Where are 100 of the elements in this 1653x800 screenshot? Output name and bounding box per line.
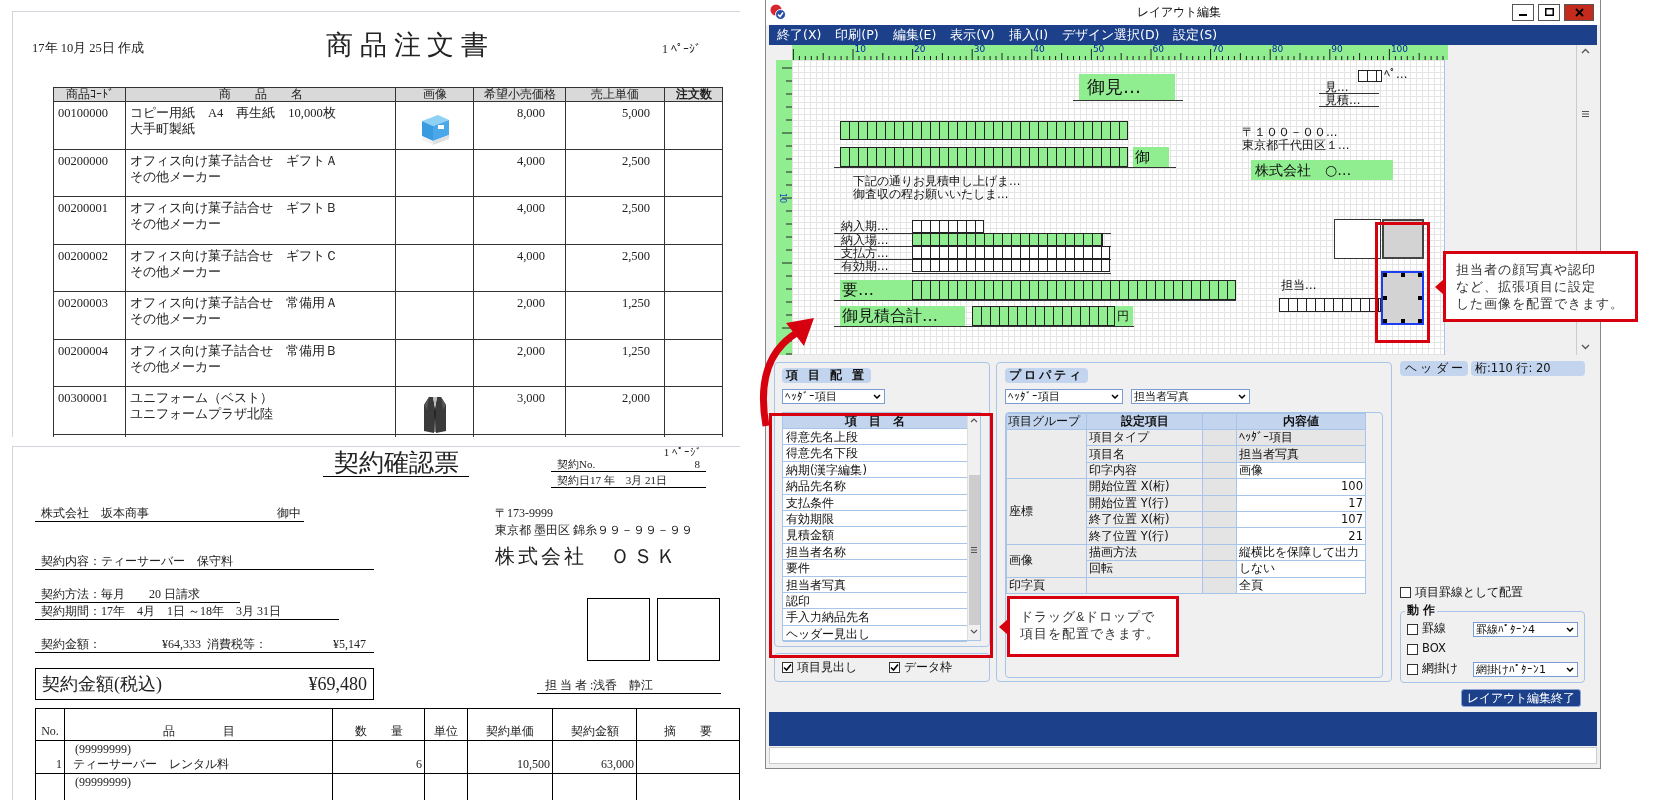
dropdown[interactable]: 罫線ﾊﾟﾀｰﾝ4 — [1473, 621, 1578, 637]
close-icon — [1574, 7, 1584, 17]
list-item[interactable]: 納品先名称 — [783, 478, 967, 495]
table-cell: 4,000 — [473, 196, 566, 244]
checkbox[interactable] — [1407, 623, 1418, 635]
ruler-number: 90 — [1331, 45, 1343, 54]
checkbox-label[interactable]: 罫線 — [1422, 620, 1446, 638]
group-cell: 画像 — [1006, 544, 1087, 577]
minimize-button[interactable] — [1512, 3, 1534, 21]
chevron-down-icon[interactable] — [970, 629, 978, 634]
checkbox[interactable] — [782, 662, 793, 673]
chevron-down-icon — [1111, 394, 1119, 399]
table-cell: 00200001 — [53, 196, 126, 244]
dropdown[interactable]: ﾍｯﾀﾞｰ項目 — [1005, 389, 1123, 404]
list-item[interactable]: 担当者写真 — [783, 576, 967, 593]
scrollbar[interactable] — [967, 413, 980, 640]
checkbox[interactable] — [1407, 643, 1418, 655]
checkbox[interactable] — [889, 662, 900, 673]
list-item[interactable]: 納期(漢字編集) — [783, 461, 967, 479]
menu-item[interactable]: 印刷(P) — [830, 25, 884, 45]
chevron-up-icon[interactable] — [970, 418, 978, 423]
dropdown[interactable]: 担当者写真 — [1131, 389, 1250, 404]
table-cell: 2,000 — [473, 291, 566, 339]
table-cell: 8,000 — [473, 101, 566, 149]
image-placeholder[interactable] — [1382, 219, 1424, 259]
menu-item[interactable]: デザイン選択(D) — [1057, 25, 1165, 45]
canvas-text[interactable]: ﾍﾟ… — [1384, 68, 1408, 80]
section-title: ヘ ッ ダ ー — [1400, 361, 1468, 376]
canvas-label[interactable]: 御見… — [1079, 74, 1175, 100]
column-header: 希望小売価格 — [473, 87, 566, 102]
canvas-text[interactable]: 東京都千代田区１… — [1242, 139, 1350, 151]
contract-method: 契約方法：毎月 20 日請求 — [41, 587, 200, 601]
canvas-label[interactable]: 円 — [1115, 306, 1133, 326]
data-field[interactable] — [840, 147, 1128, 167]
frame-box[interactable] — [1334, 219, 1381, 259]
canvas-text[interactable]: 御査収の程お願いいたしま… — [853, 188, 1009, 200]
checkbox-label[interactable]: 網掛け — [1422, 660, 1458, 678]
dropdown[interactable]: 網掛けﾊﾟﾀｰﾝ1 — [1473, 661, 1578, 677]
list-item[interactable]: 得意先名下段 — [783, 445, 967, 462]
data-field[interactable] — [912, 233, 1103, 246]
finish-button[interactable]: レイアウト編集終了 — [1461, 689, 1581, 707]
list-item[interactable]: 有効期限 — [783, 510, 967, 528]
canvas-text[interactable]: 〒１００－００… — [1242, 126, 1338, 138]
data-field[interactable] — [912, 259, 1110, 272]
checkbox-label[interactable]: 項目見出し — [797, 658, 857, 677]
menu-item[interactable]: 編集(E) — [887, 25, 942, 45]
data-field[interactable] — [912, 220, 984, 233]
canvas-label[interactable]: 御見積合計… — [840, 306, 965, 326]
table-cell: 1,250 — [565, 291, 665, 339]
canvas-text[interactable]: 下記の通りお見積申し上げま… — [853, 175, 1021, 187]
chevron-down-icon — [873, 394, 881, 399]
canvas-text[interactable]: 有効期… — [841, 260, 889, 272]
list-item[interactable]: 要件 — [783, 560, 967, 577]
maximize-button[interactable] — [1538, 3, 1560, 21]
chevron-up-icon[interactable] — [1580, 48, 1590, 54]
data-field[interactable] — [912, 246, 1110, 259]
table-cell: 1,250 — [565, 339, 665, 387]
chevron-down-icon[interactable] — [1580, 344, 1590, 350]
canvas-text[interactable]: 見… — [1325, 81, 1349, 93]
canvas-label[interactable]: 株式会社 ○… — [1251, 160, 1393, 180]
canvas-text[interactable]: 納入場… — [841, 234, 889, 246]
menu-item[interactable]: 表示(V) — [945, 25, 1000, 45]
list-item[interactable]: 得意先名上段 — [783, 429, 967, 446]
checkbox[interactable] — [1407, 663, 1418, 675]
list-item[interactable]: 認印 — [783, 592, 967, 610]
data-field[interactable] — [1358, 70, 1382, 82]
list-item[interactable]: 担当者名称 — [783, 543, 967, 561]
data-field[interactable] — [840, 121, 1128, 140]
ruler-number: 70 — [1212, 45, 1224, 54]
image-placeholder[interactable] — [1381, 271, 1424, 325]
dropdown[interactable]: ﾍｯﾀﾞｰ項目 — [782, 389, 885, 404]
column-header: 商品ｺｰﾄﾞ — [53, 87, 126, 102]
column-header: 画像 — [395, 87, 474, 102]
close-button[interactable] — [1564, 3, 1594, 21]
list-item[interactable]: 支払条件 — [783, 494, 967, 511]
list-item[interactable]: 手入力納品先名 — [783, 609, 967, 626]
checkbox[interactable] — [1400, 586, 1411, 598]
ruler-number: 50 — [1092, 45, 1105, 54]
canvas-label[interactable]: 御 — [1133, 147, 1169, 167]
list-item[interactable]: ヘッダー見出し — [783, 625, 967, 643]
contract-number: 8 — [694, 458, 700, 471]
total-label: 契約金額(税込) — [42, 676, 162, 692]
canvas-text[interactable]: 見積… — [1325, 94, 1361, 106]
checkbox-label[interactable]: データ枠 — [904, 658, 952, 677]
canvas-text[interactable]: 支払方… — [841, 247, 889, 259]
canvas-text[interactable]: 担当… — [1281, 279, 1317, 291]
menu-item[interactable]: 終了(X) — [772, 25, 827, 45]
checkbox-label[interactable]: 項目罫線として配置 — [1415, 586, 1523, 598]
canvas-label[interactable]: 要… — [840, 280, 912, 300]
menu-item[interactable]: 設定(S) — [1168, 25, 1223, 45]
app-icon — [770, 4, 786, 20]
data-field[interactable] — [912, 280, 1236, 300]
checkbox-label[interactable]: BOX — [1422, 640, 1446, 658]
scrollbar-thumb[interactable] — [968, 475, 980, 625]
canvas-text[interactable]: 納入期… — [841, 220, 889, 232]
menu-item[interactable]: 挿入(I) — [1003, 25, 1054, 45]
grip-icon[interactable] — [1581, 111, 1589, 117]
list-item[interactable]: 見積金額 — [783, 527, 967, 544]
data-field[interactable] — [972, 306, 1115, 326]
data-field[interactable] — [1279, 298, 1381, 312]
